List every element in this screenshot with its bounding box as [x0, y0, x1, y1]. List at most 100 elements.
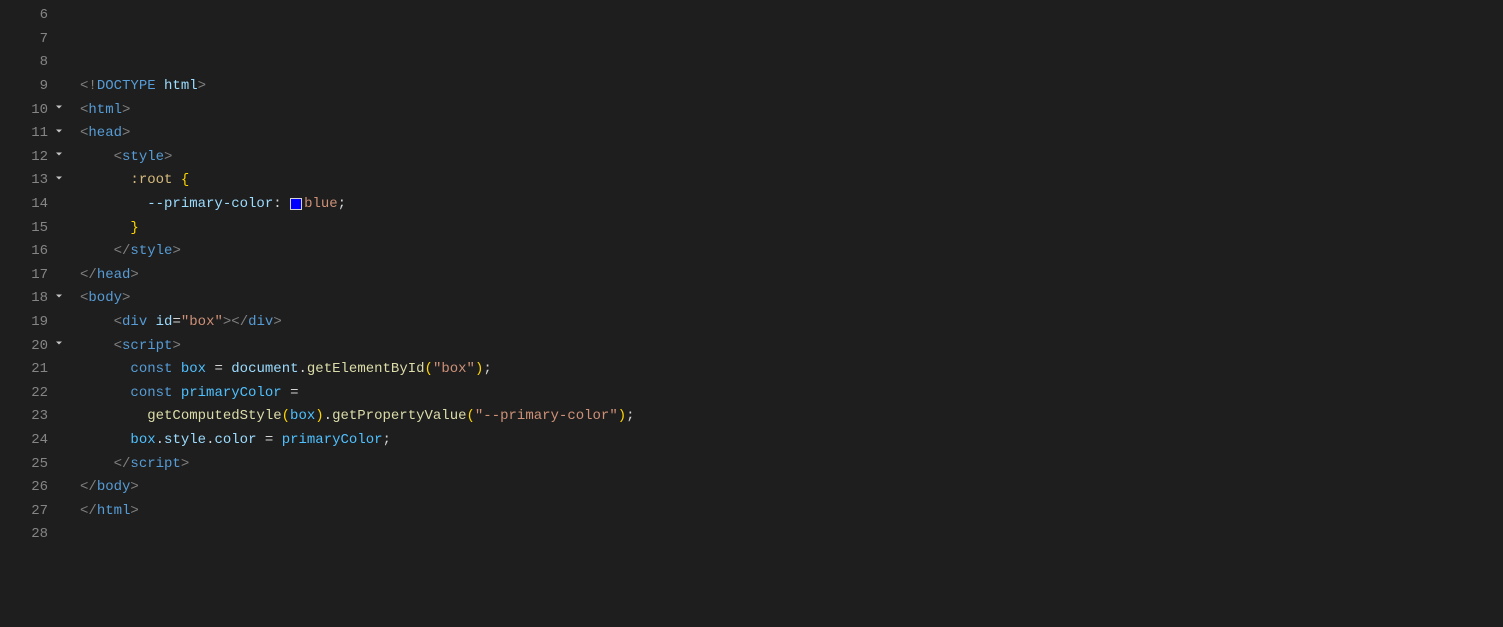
gutter-line[interactable]: 17	[0, 264, 76, 288]
token-bracket: >	[164, 147, 172, 168]
indent	[80, 194, 147, 215]
token-paren: (	[425, 359, 433, 380]
gutter-line[interactable]: 19	[0, 311, 76, 335]
gutter-line[interactable]: 12	[0, 146, 76, 170]
gutter-line[interactable]: 23	[0, 405, 76, 429]
token-paren: )	[618, 406, 626, 427]
token-tag: div	[122, 312, 147, 333]
code-area[interactable]: <!DOCTYPE html> <html> <head> <style> :r…	[76, 0, 1503, 627]
fold-chevron-icon[interactable]	[52, 101, 66, 120]
fold-chevron-icon[interactable]	[52, 290, 66, 309]
indent	[80, 454, 114, 475]
token-bracket: >	[172, 336, 180, 357]
line-number: 15	[24, 218, 48, 239]
gutter-line[interactable]: 8	[0, 51, 76, 75]
gutter-line[interactable]: 25	[0, 452, 76, 476]
gutter-line[interactable]: 15	[0, 216, 76, 240]
token-keyword: const	[130, 383, 172, 404]
indent	[80, 359, 130, 380]
token-dot: .	[324, 406, 332, 427]
code-line: :root {	[80, 169, 1503, 193]
code-line: <script>	[80, 334, 1503, 358]
token-slash: /	[88, 477, 96, 498]
token-tag: body	[97, 477, 131, 498]
token-bracket: <	[80, 288, 88, 309]
token-slash: /	[122, 241, 130, 262]
indent	[80, 406, 147, 427]
fold-chevron-icon[interactable]	[52, 172, 66, 191]
code-line: const primaryColor =	[80, 382, 1503, 406]
gutter-line[interactable]: 9	[0, 75, 76, 99]
gutter-line[interactable]: 26	[0, 476, 76, 500]
token-bracket: <	[114, 241, 122, 262]
token-attr: id	[156, 312, 173, 333]
token-string: "--primary-color"	[475, 406, 618, 427]
token-tag: html	[97, 501, 131, 522]
code-line: </script>	[80, 452, 1503, 476]
code-line: <!DOCTYPE html>	[80, 75, 1503, 99]
token-eq: =	[214, 359, 222, 380]
indent	[80, 241, 114, 262]
token-bracket: <	[80, 477, 88, 498]
token-excl: !	[88, 76, 96, 97]
gutter-line[interactable]: 11	[0, 122, 76, 146]
token-paren: )	[475, 359, 483, 380]
gutter-line[interactable]: 7	[0, 28, 76, 52]
gutter-line[interactable]: 18	[0, 287, 76, 311]
color-swatch-icon[interactable]	[290, 198, 302, 210]
token-space	[282, 194, 290, 215]
fold-chevron-icon[interactable]	[52, 337, 66, 356]
gutter-line[interactable]: 10	[0, 98, 76, 122]
token-selector: :root	[130, 170, 172, 191]
gutter-line[interactable]: 27	[0, 499, 76, 523]
token-bracket: >	[181, 454, 189, 475]
fold-chevron-icon[interactable]	[52, 125, 66, 144]
token-brace: }	[130, 218, 138, 239]
gutter-line[interactable]: 21	[0, 358, 76, 382]
fold-chevron-icon[interactable]	[52, 148, 66, 167]
token-variable: box	[181, 359, 206, 380]
token-property: color	[214, 430, 256, 451]
token-html-attr: html	[164, 76, 198, 97]
gutter: 6 7 8 9 10 11 12 13 14 15 16 17 18 19 20…	[0, 0, 76, 627]
token-brace: {	[181, 170, 189, 191]
code-line: --primary-color: blue;	[80, 193, 1503, 217]
token-space	[273, 430, 281, 451]
token-semi: ;	[383, 430, 391, 451]
token-tag: body	[88, 288, 122, 309]
indent	[80, 383, 130, 404]
line-number: 18	[24, 288, 48, 309]
token-semi: ;	[483, 359, 491, 380]
line-number: 14	[24, 194, 48, 215]
token-bracket: >	[130, 477, 138, 498]
code-line	[80, 4, 1503, 28]
indent	[80, 312, 114, 333]
token-bracket: >	[172, 241, 180, 262]
token-string: "box"	[181, 312, 223, 333]
gutter-line[interactable]: 6	[0, 4, 76, 28]
code-line: </body>	[80, 476, 1503, 500]
gutter-line[interactable]: 20	[0, 334, 76, 358]
line-number: 8	[24, 52, 48, 73]
token-dot: .	[206, 430, 214, 451]
gutter-line[interactable]: 22	[0, 382, 76, 406]
gutter-line[interactable]: 28	[0, 523, 76, 547]
token-tag: script	[130, 454, 180, 475]
token-variable: box	[290, 406, 315, 427]
token-bracket: <	[114, 336, 122, 357]
code-editor: 6 7 8 9 10 11 12 13 14 15 16 17 18 19 20…	[0, 0, 1503, 627]
token-bracket: >	[130, 265, 138, 286]
code-line	[80, 523, 1503, 547]
indent	[80, 430, 130, 451]
gutter-line[interactable]: 24	[0, 429, 76, 453]
line-number: 11	[24, 123, 48, 144]
gutter-line[interactable]: 13	[0, 169, 76, 193]
line-number: 6	[24, 5, 48, 26]
token-string: "box"	[433, 359, 475, 380]
gutter-line[interactable]: 16	[0, 240, 76, 264]
token-slash: /	[88, 265, 96, 286]
code-line: </style>	[80, 240, 1503, 264]
token-bracket: >	[122, 123, 130, 144]
token-space	[256, 430, 264, 451]
gutter-line[interactable]: 14	[0, 193, 76, 217]
